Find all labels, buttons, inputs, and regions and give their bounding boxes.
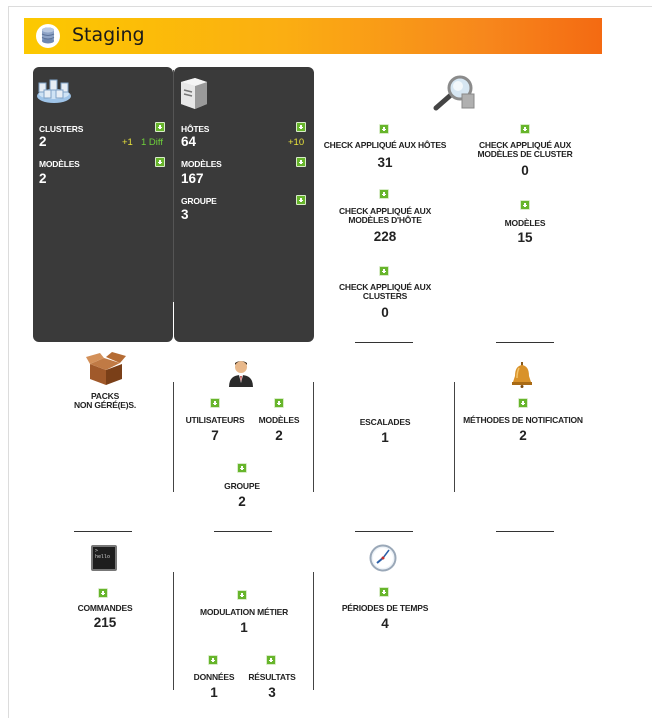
separator xyxy=(355,342,413,343)
user-models-label[interactable]: MODÈLES xyxy=(250,416,308,425)
clusters-delta[interactable]: +1 xyxy=(122,137,133,148)
time-periods-label[interactable]: PÉRIODES DE TEMPS xyxy=(320,604,450,613)
cluster-checks-label-2[interactable]: CLUSTERS xyxy=(320,292,450,301)
escalations-count: 1 xyxy=(381,430,389,445)
column-divider xyxy=(313,572,314,690)
column-divider xyxy=(173,382,174,492)
clusters-diff[interactable]: 1 Diff xyxy=(141,137,163,148)
host-group-label[interactable]: GROUPE xyxy=(181,196,217,206)
add-business-data-icon[interactable] xyxy=(208,655,218,665)
realm-title: Staging xyxy=(72,24,145,46)
user-models-count: 2 xyxy=(275,428,283,443)
cluster-model-checks-count: 0 xyxy=(521,163,529,178)
check-models-label[interactable]: MODÈLES xyxy=(460,219,590,228)
column-divider xyxy=(313,382,314,492)
business-results-count: 3 xyxy=(268,685,276,700)
host-checks-label[interactable]: CHECK APPLIQUÉ AUX HÔTES xyxy=(320,141,450,150)
hosts-label[interactable]: HÔTES xyxy=(181,124,209,134)
cluster-icon xyxy=(35,79,73,110)
users-count: 7 xyxy=(211,428,219,443)
separator xyxy=(496,342,554,343)
cluster-checks-count: 0 xyxy=(381,305,389,320)
hosts-delta[interactable]: +10 xyxy=(288,137,304,148)
bell-icon xyxy=(511,362,533,393)
add-user-model-icon[interactable] xyxy=(274,398,284,408)
add-check-model-icon[interactable] xyxy=(520,200,530,210)
host-models-label[interactable]: MODÈLES xyxy=(181,159,222,169)
add-command-icon[interactable] xyxy=(98,588,108,598)
separator xyxy=(74,531,132,532)
add-business-result-icon[interactable] xyxy=(266,655,276,665)
magnifier-icon xyxy=(432,74,478,117)
add-host-model-icon[interactable] xyxy=(296,157,306,167)
add-cluster-check-icon[interactable] xyxy=(379,266,389,276)
business-modulation-count: 1 xyxy=(240,620,248,635)
add-cluster-model-icon[interactable] xyxy=(155,157,165,167)
host-groups-count: 3 xyxy=(181,207,189,222)
separator xyxy=(355,531,413,532)
notification-methods-label[interactable]: MÉTHODES DE NOTIFICATION xyxy=(455,416,591,425)
server-icon xyxy=(177,76,209,115)
escalations-label[interactable]: ESCALADES xyxy=(320,418,450,427)
add-business-modulation-icon[interactable] xyxy=(237,590,247,600)
cluster-models-count: 2 xyxy=(39,171,47,186)
add-cluster-icon[interactable] xyxy=(155,122,165,132)
packs-label-2[interactable]: NON GÉRÉ(E)S. xyxy=(45,401,165,410)
database-icon xyxy=(36,24,60,48)
terminal-text: > hello xyxy=(95,548,111,560)
business-modulation-label[interactable]: MODULATION MÉTIER xyxy=(180,608,308,617)
add-notification-method-icon[interactable] xyxy=(518,398,528,408)
add-host-icon[interactable] xyxy=(296,122,306,132)
clusters-count: 2 xyxy=(39,134,47,149)
user-icon xyxy=(227,359,255,392)
separator xyxy=(214,531,272,532)
commands-label[interactable]: COMMANDES xyxy=(45,604,165,613)
business-data-label[interactable]: DONNÉES xyxy=(186,673,242,682)
add-host-check-icon[interactable] xyxy=(379,124,389,134)
business-data-count: 1 xyxy=(210,685,218,700)
separator xyxy=(496,531,554,532)
add-user-icon[interactable] xyxy=(210,398,220,408)
host-model-checks-label-2[interactable]: MODÈLES D'HÔTE xyxy=(320,216,450,225)
cluster-model-checks-label-2[interactable]: MODÈLES DE CLUSTER xyxy=(460,150,590,159)
time-periods-count: 4 xyxy=(381,616,389,631)
terminal-icon: > hello xyxy=(91,545,117,571)
clusters-label[interactable]: CLUSTERS xyxy=(39,124,83,134)
user-groups-label[interactable]: GROUPE xyxy=(202,482,282,491)
package-icon xyxy=(86,352,126,391)
cluster-models-label[interactable]: MODÈLES xyxy=(39,159,80,169)
clock-icon xyxy=(369,544,397,577)
add-host-model-check-icon[interactable] xyxy=(379,189,389,199)
hosts-count: 64 xyxy=(181,134,197,149)
add-time-period-icon[interactable] xyxy=(379,587,389,597)
add-cluster-model-check-icon[interactable] xyxy=(520,124,530,134)
add-host-group-icon[interactable] xyxy=(296,195,306,205)
notification-methods-count: 2 xyxy=(519,428,527,443)
hosts-panel: HÔTES 64 +10 MODÈLES 167 GROUPE 3 xyxy=(174,67,314,342)
host-model-checks-count: 228 xyxy=(373,229,397,244)
host-checks-count: 31 xyxy=(377,155,393,170)
host-models-count: 167 xyxy=(181,171,204,186)
commands-count: 215 xyxy=(93,615,117,630)
business-results-label[interactable]: RÉSULTATS xyxy=(242,673,302,682)
realm-header: Staging xyxy=(24,18,602,54)
column-divider xyxy=(173,572,174,690)
check-models-count: 15 xyxy=(517,230,533,245)
user-groups-count: 2 xyxy=(238,494,246,509)
users-label[interactable]: UTILISATEURS xyxy=(180,416,250,425)
add-user-group-icon[interactable] xyxy=(237,463,247,473)
clusters-panel: CLUSTERS 2 +1 1 Diff MODÈLES 2 xyxy=(33,67,173,342)
